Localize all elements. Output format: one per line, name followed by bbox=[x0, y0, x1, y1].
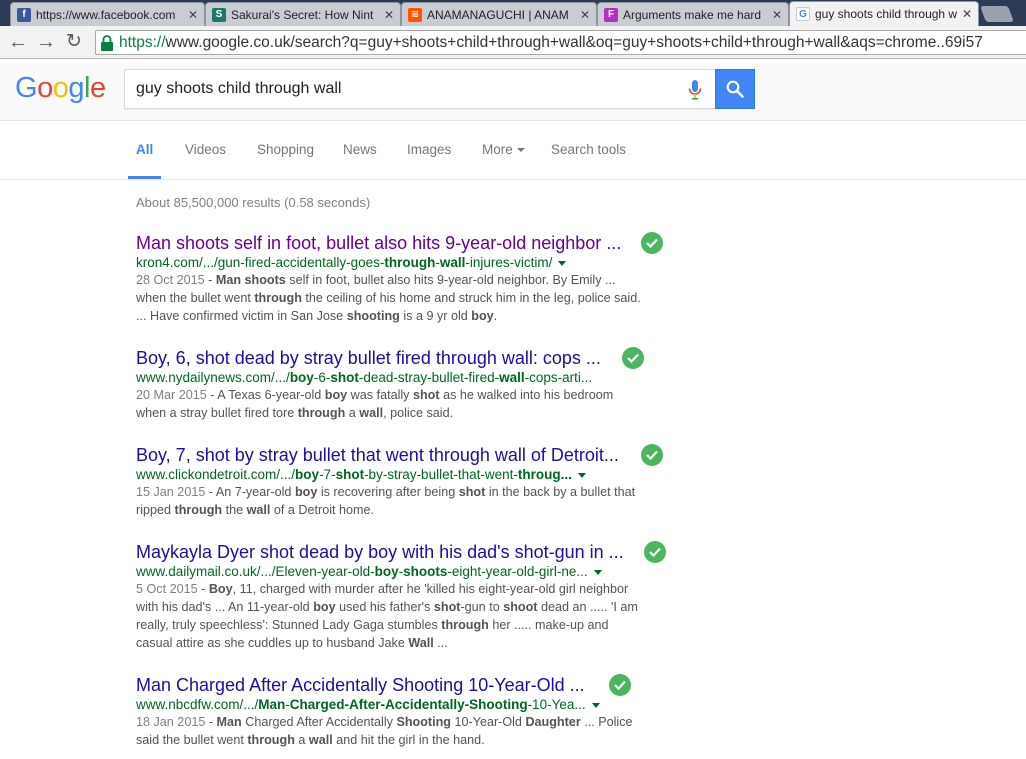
sakurai-icon: S bbox=[212, 7, 226, 22]
result-url-text: www.clickondetroit.com/.../boy-7-shot-by… bbox=[136, 467, 572, 482]
result-snippet-text: - An 7-year-old boy is recovering after … bbox=[136, 485, 636, 517]
result-snippet: 18 Jan 2015 - Man Charged After Accident… bbox=[136, 713, 646, 749]
reload-icon[interactable]: ↻ bbox=[63, 31, 85, 53]
browser-tab-title: https://www.facebook.com bbox=[36, 7, 176, 22]
result-snippet-text: - Boy, 11, charged with murder after he … bbox=[136, 582, 638, 650]
result-snippet: 5 Oct 2015 - Boy, 11, charged with murde… bbox=[136, 580, 646, 652]
browser-tab-1[interactable]: f https://www.facebook.com ✕ bbox=[10, 2, 205, 26]
search-result: Man Charged After Accidentally Shooting … bbox=[136, 674, 646, 749]
result-url: www.nbcdfw.com/.../Man-Charged-After-Acc… bbox=[136, 696, 646, 713]
facebook-icon: f bbox=[17, 7, 31, 22]
search-result: Maykayla Dyer shot dead by boy with his … bbox=[136, 541, 646, 652]
close-tab-icon[interactable]: ✕ bbox=[580, 8, 590, 22]
lock-icon bbox=[101, 34, 113, 51]
logo-letter: o bbox=[52, 72, 69, 104]
result-snippet-text: - A Texas 6-year-old boy was fatally sho… bbox=[136, 388, 614, 420]
result-snippet: 28 Oct 2015 - Man shoots self in foot, b… bbox=[136, 271, 646, 325]
search-icon bbox=[726, 80, 744, 98]
browser-tab-4[interactable]: F Arguments make me hard ✕ bbox=[597, 2, 789, 26]
browser-tab-2[interactable]: S Sakurai's Secret: How Nint ✕ bbox=[205, 2, 401, 26]
chevron-down-icon bbox=[516, 148, 525, 153]
url-dropdown-icon[interactable] bbox=[593, 569, 602, 575]
result-title-link[interactable]: Man shoots self in foot, bullet also hit… bbox=[136, 232, 621, 254]
browser-tab-5-active[interactable]: G guy shoots child through w ✕ bbox=[789, 1, 979, 26]
result-title-link[interactable]: Boy, 6, shot dead by stray bullet fired … bbox=[136, 347, 601, 369]
close-tab-icon[interactable]: ✕ bbox=[384, 8, 394, 22]
search-result: Boy, 6, shot dead by stray bullet fired … bbox=[136, 347, 646, 422]
verified-check-icon bbox=[622, 347, 644, 369]
result-url: kron4.com/.../gun-fired-accidentally-goe… bbox=[136, 254, 646, 271]
tab-shopping[interactable]: Shopping bbox=[257, 142, 314, 157]
url-scheme: https:// bbox=[119, 33, 166, 51]
address-bar[interactable]: https://www.google.co.uk/search?q=guy+sh… bbox=[95, 30, 1026, 55]
logo-letter: e bbox=[89, 72, 106, 104]
result-title-link[interactable]: Maykayla Dyer shot dead by boy with his … bbox=[136, 541, 624, 563]
close-tab-icon[interactable]: ✕ bbox=[188, 8, 198, 22]
result-snippet-text: - Man shoots self in foot, bullet also h… bbox=[136, 273, 641, 323]
result-url-text: www.nbcdfw.com/.../Man-Charged-After-Acc… bbox=[136, 697, 586, 712]
verified-check-icon bbox=[641, 232, 663, 254]
tumblr-icon: F bbox=[604, 7, 618, 22]
logo-letter: g bbox=[68, 72, 84, 104]
tab-images[interactable]: Images bbox=[407, 142, 451, 157]
result-date: 5 Oct 2015 bbox=[136, 582, 198, 596]
result-url: www.clickondetroit.com/.../boy-7-shot-by… bbox=[136, 466, 646, 483]
browser-tab-3[interactable]: ≋ ANAMANAGUCHI | ANAM ✕ bbox=[401, 2, 597, 26]
browser-tab-title: ANAMANAGUCHI | ANAM bbox=[427, 7, 569, 22]
search-tools-button[interactable]: Search tools bbox=[551, 142, 626, 157]
result-date: 20 Mar 2015 bbox=[136, 388, 207, 402]
result-snippet: 15 Jan 2015 - An 7-year-old boy is recov… bbox=[136, 483, 646, 519]
result-date: 28 Oct 2015 bbox=[136, 273, 205, 287]
forward-icon[interactable]: → bbox=[35, 31, 57, 53]
soundcloud-icon: ≋ bbox=[408, 7, 422, 22]
active-tab-indicator bbox=[128, 176, 161, 179]
verified-check-icon bbox=[609, 674, 631, 696]
browser-tab-title: Arguments make me hard bbox=[623, 7, 762, 22]
tab-videos[interactable]: Videos bbox=[185, 142, 226, 157]
browser-tab-title: Sakurai's Secret: How Nint bbox=[231, 7, 374, 22]
verified-check-icon bbox=[644, 541, 666, 563]
result-url: www.dailymail.co.uk/.../Eleven-year-old-… bbox=[136, 563, 646, 580]
result-date: 18 Jan 2015 bbox=[136, 715, 206, 729]
search-nav-tabs: All Videos Shopping News Images More Sea… bbox=[0, 121, 1026, 180]
search-box bbox=[124, 69, 716, 109]
browser-tab-strip: f https://www.facebook.com ✕ S Sakurai's… bbox=[0, 0, 1026, 26]
result-url-text: www.dailymail.co.uk/.../Eleven-year-old-… bbox=[136, 564, 588, 579]
search-result: Man shoots self in foot, bullet also hit… bbox=[136, 232, 646, 325]
result-url: www.nydailynews.com/.../boy-6-shot-dead-… bbox=[136, 369, 646, 386]
url-text: www.google.co.uk/search?q=guy+shoots+chi… bbox=[165, 33, 983, 51]
tab-all[interactable]: All bbox=[136, 142, 153, 157]
search-input[interactable] bbox=[136, 79, 676, 99]
result-snippet-text: - Man Charged After Accidentally Shootin… bbox=[136, 715, 633, 747]
microphone-icon[interactable] bbox=[688, 79, 702, 101]
result-date: 15 Jan 2015 bbox=[136, 485, 206, 499]
url-dropdown-icon[interactable] bbox=[591, 702, 600, 708]
google-header: Google bbox=[0, 59, 1026, 121]
logo-letter: G bbox=[15, 72, 38, 104]
google-icon: G bbox=[796, 7, 810, 21]
close-tab-icon[interactable]: ✕ bbox=[962, 7, 972, 21]
tab-news[interactable]: News bbox=[343, 142, 377, 157]
logo-letter: o bbox=[37, 72, 53, 104]
tab-more-label: More bbox=[482, 142, 513, 157]
google-logo[interactable]: Google bbox=[15, 72, 106, 105]
browser-toolbar: ← → ↻ https://www.google.co.uk/search?q=… bbox=[0, 26, 1026, 59]
result-stats: About 85,500,000 results (0.58 seconds) bbox=[136, 195, 371, 210]
result-title-link[interactable]: Man Charged After Accidentally Shooting … bbox=[136, 674, 585, 696]
search-button[interactable] bbox=[715, 69, 755, 109]
back-icon[interactable]: ← bbox=[7, 31, 29, 53]
url-dropdown-icon[interactable] bbox=[577, 472, 586, 478]
url-dropdown-icon[interactable] bbox=[558, 260, 567, 266]
tab-more[interactable]: More bbox=[482, 142, 525, 157]
close-tab-icon[interactable]: ✕ bbox=[772, 8, 782, 22]
result-url-text: www.nydailynews.com/.../boy-6-shot-dead-… bbox=[136, 370, 593, 385]
result-title-link[interactable]: Boy, 7, shot by stray bullet that went t… bbox=[136, 444, 619, 466]
result-url-text: kron4.com/.../gun-fired-accidentally-goe… bbox=[136, 255, 553, 270]
new-tab-button[interactable] bbox=[980, 6, 1014, 22]
verified-check-icon bbox=[641, 444, 663, 466]
browser-tab-title: guy shoots child through w bbox=[815, 7, 958, 21]
search-result: Boy, 7, shot by stray bullet that went t… bbox=[136, 444, 646, 519]
result-snippet: 20 Mar 2015 - A Texas 6-year-old boy was… bbox=[136, 386, 646, 422]
